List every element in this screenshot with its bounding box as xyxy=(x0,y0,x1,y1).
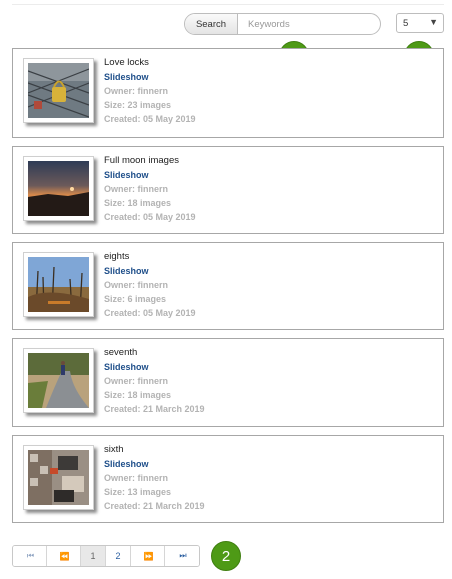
album-title[interactable]: eights xyxy=(104,250,196,264)
album-created: Created: 05 May 2019 xyxy=(104,114,196,124)
full-moon-photo xyxy=(28,161,89,216)
first-page-icon[interactable]: ⏮ xyxy=(13,546,47,566)
album-thumbnail[interactable] xyxy=(23,58,94,123)
album-title[interactable]: sixth xyxy=(104,443,205,457)
album-owner: Owner: finnern xyxy=(104,473,169,483)
keywords-input[interactable] xyxy=(238,14,380,34)
album-owner: Owner: finnern xyxy=(104,376,169,386)
album-size: Size: 13 images xyxy=(104,487,172,497)
search-bar: Search xyxy=(184,13,381,35)
album-owner: Owner: finnern xyxy=(104,86,169,96)
album-card[interactable]: eights Slideshow Owner: finnern Size: 6 … xyxy=(12,242,444,330)
last-page-icon[interactable]: ⏭ xyxy=(165,546,199,566)
album-size: Size: 18 images xyxy=(104,390,172,400)
page-2-button[interactable]: 2 xyxy=(106,546,131,566)
album-card[interactable]: sixth Slideshow Owner: finnern Size: 13 … xyxy=(12,435,444,523)
album-type-link[interactable]: Slideshow xyxy=(104,457,205,471)
album-type-link[interactable]: Slideshow xyxy=(104,264,196,278)
album-title[interactable]: Love locks xyxy=(104,56,196,70)
album-card[interactable]: Full moon images Slideshow Owner: finner… xyxy=(12,146,444,234)
album-thumbnail[interactable] xyxy=(23,348,94,413)
next-page-icon[interactable]: ⏩ xyxy=(131,546,165,566)
page-1-button[interactable]: 1 xyxy=(81,546,106,566)
eights-photo xyxy=(28,257,89,313)
album-type-link[interactable]: Slideshow xyxy=(104,168,196,182)
album-created: Created: 21 March 2019 xyxy=(104,501,205,511)
items-per-page-select[interactable]: 5 ▼ xyxy=(396,13,444,33)
items-per-page-value: 5 xyxy=(403,17,409,29)
seventh-photo xyxy=(28,353,89,408)
previous-page-icon[interactable]: ⏪ xyxy=(47,546,81,566)
album-owner: Owner: finnern xyxy=(104,184,169,194)
pagination: ⏮ ⏪ 1 2 ⏩ ⏭ xyxy=(12,545,200,567)
album-title[interactable]: seventh xyxy=(104,346,205,360)
love-locks-photo xyxy=(27,63,90,118)
dropdown-caret-icon: ▼ xyxy=(429,17,438,27)
sixth-photo xyxy=(28,450,89,505)
album-type-link[interactable]: Slideshow xyxy=(104,360,205,374)
search-button[interactable]: Search xyxy=(185,14,238,34)
album-title[interactable]: Full moon images xyxy=(104,154,196,168)
album-size: Size: 18 images xyxy=(104,198,172,208)
album-created: Created: 05 May 2019 xyxy=(104,212,196,222)
album-card[interactable]: Love locks Slideshow Owner: finnern Size… xyxy=(12,48,444,138)
album-card[interactable]: seventh Slideshow Owner: finnern Size: 1… xyxy=(12,338,444,427)
album-created: Created: 05 May 2019 xyxy=(104,308,196,318)
album-owner: Owner: finnern xyxy=(104,280,169,290)
album-type-link[interactable]: Slideshow xyxy=(104,70,196,84)
album-created: Created: 21 March 2019 xyxy=(104,404,205,414)
album-size: Size: 6 images xyxy=(104,294,167,304)
album-size: Size: 23 images xyxy=(104,100,172,110)
callout-badge-2: 2 xyxy=(211,541,241,571)
album-thumbnail[interactable] xyxy=(23,252,94,317)
top-divider xyxy=(12,4,444,5)
album-thumbnail[interactable] xyxy=(23,445,94,510)
album-thumbnail[interactable] xyxy=(23,156,94,221)
